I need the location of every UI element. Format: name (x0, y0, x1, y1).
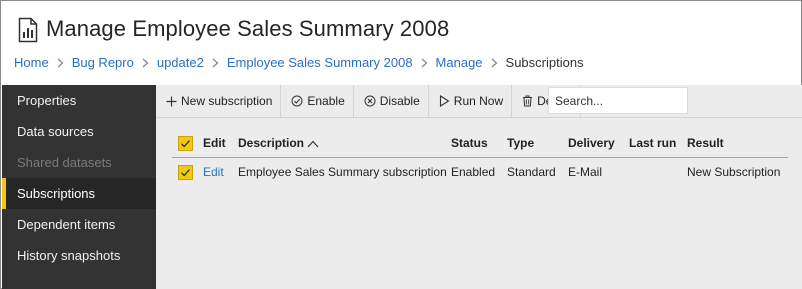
enable-label: Enable (307, 94, 345, 108)
sidebar: Properties Data sources Shared datasets … (2, 85, 156, 289)
row-result: New Subscription (687, 165, 781, 179)
chevron-right-icon (212, 58, 219, 68)
subscriptions-table: Edit Description Status Type Delivery La… (172, 129, 788, 187)
breadcrumb-current: Subscriptions (505, 55, 584, 70)
breadcrumb-report[interactable]: Employee Sales Summary 2008 (227, 55, 413, 70)
sidebar-item-dependent-items[interactable]: Dependent items (2, 209, 156, 240)
x-circle-icon (364, 95, 376, 107)
disable-button[interactable]: Disable (354, 84, 429, 118)
column-header-type: Type (507, 136, 535, 150)
new-subscription-button[interactable]: New subscription (156, 84, 282, 118)
column-header-description-label: Description (238, 136, 305, 150)
report-icon (18, 17, 38, 43)
run-now-button[interactable]: Run Now (429, 84, 513, 118)
checkmark-icon (181, 169, 190, 177)
sidebar-item-properties[interactable]: Properties (2, 85, 156, 116)
chevron-right-icon (491, 58, 498, 68)
column-header-description[interactable]: Description (238, 129, 319, 158)
breadcrumb-bug-repro[interactable]: Bug Repro (72, 55, 134, 70)
sidebar-item-history-snapshots[interactable]: History snapshots (2, 240, 156, 271)
sidebar-item-subscriptions[interactable]: Subscriptions (2, 178, 156, 209)
column-header-status: Status (451, 136, 488, 150)
checkmark-icon (181, 140, 190, 148)
chevron-right-icon (421, 58, 428, 68)
breadcrumb-update2[interactable]: update2 (157, 55, 204, 70)
window-frame: Manage Employee Sales Summary 2008 Home … (0, 0, 802, 289)
page-header: Manage Employee Sales Summary 2008 Home … (2, 2, 800, 85)
run-now-label: Run Now (453, 94, 504, 108)
row-type: Standard (507, 165, 556, 179)
row-edit-link[interactable]: Edit (203, 158, 224, 187)
table-header-row: Edit Description Status Type Delivery La… (172, 129, 788, 158)
plus-icon (166, 96, 177, 107)
toolbar: New subscription Enable Disable Run Now (156, 84, 802, 118)
search-input[interactable] (548, 87, 688, 114)
disable-label: Disable (379, 94, 420, 108)
row-status: Enabled (451, 165, 496, 179)
main-content: New subscription Enable Disable Run Now (156, 84, 802, 289)
breadcrumb-manage[interactable]: Manage (436, 55, 483, 70)
row-delivery: E-Mail (568, 165, 603, 179)
column-header-result: Result (687, 136, 724, 150)
row-checkbox[interactable] (178, 165, 193, 180)
row-description: Employee Sales Summary subscription (238, 165, 447, 179)
table-row: Edit Employee Sales Summary subscription… (172, 158, 788, 187)
breadcrumb-home[interactable]: Home (14, 55, 49, 70)
play-icon (439, 95, 450, 107)
chevron-up-icon (307, 140, 319, 147)
select-all-checkbox[interactable] (178, 136, 193, 151)
new-subscription-label: New subscription (181, 94, 273, 108)
enable-button[interactable]: Enable (281, 84, 354, 118)
column-header-edit: Edit (203, 136, 226, 150)
breadcrumb: Home Bug Repro update2 Employee Sales Su… (14, 55, 584, 70)
trash-icon (522, 95, 533, 107)
check-circle-icon (291, 95, 303, 107)
column-header-last-run: Last run (629, 136, 677, 150)
chevron-right-icon (142, 58, 149, 68)
page-title: Manage Employee Sales Summary 2008 (46, 16, 450, 41)
sidebar-item-shared-datasets: Shared datasets (17, 155, 112, 170)
chevron-right-icon (57, 58, 64, 68)
sidebar-item-data-sources[interactable]: Data sources (2, 116, 156, 147)
column-header-delivery: Delivery (568, 136, 615, 150)
